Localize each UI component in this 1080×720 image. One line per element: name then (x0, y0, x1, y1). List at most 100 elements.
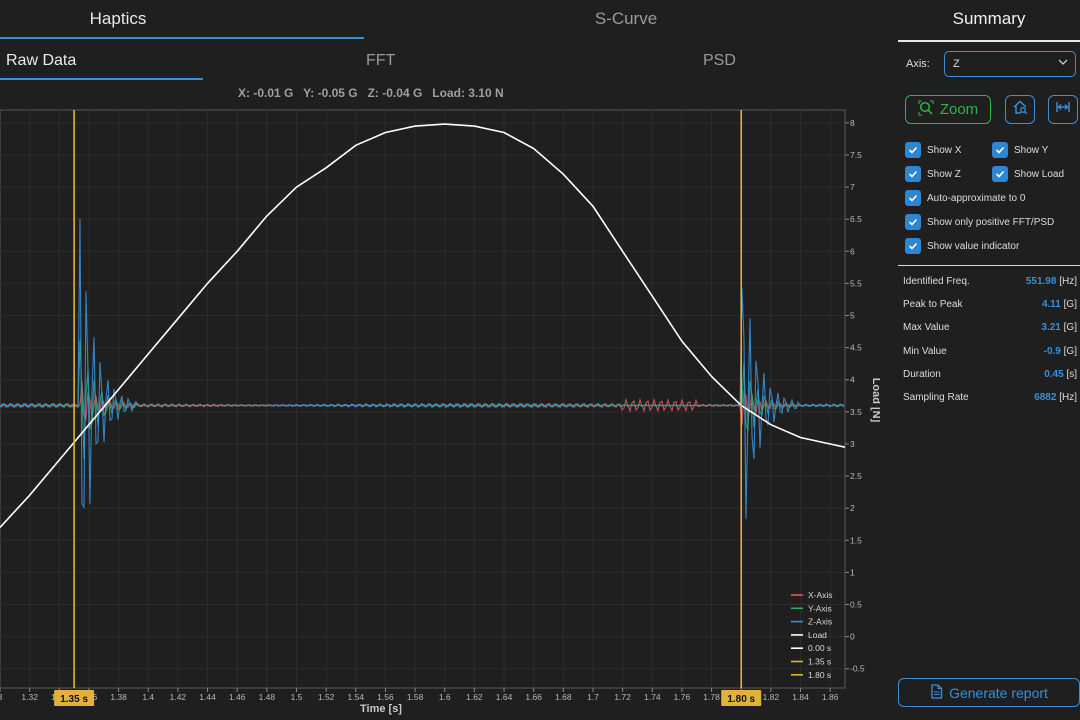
x-tick-label: 1.32 (21, 692, 38, 702)
fit-width-button[interactable] (1048, 95, 1078, 124)
plot-frame (0, 109, 846, 689)
load-curve (0, 123, 846, 528)
auto-approximate-checkbox[interactable]: Auto-approximate to 0 (905, 190, 1025, 206)
zoom-label: Zoom (939, 101, 979, 118)
x-tick-label: 1.56 (377, 692, 394, 702)
x-tick-label: 1.38 (110, 692, 127, 702)
checkmark-icon (905, 166, 921, 182)
show-load-checkbox[interactable]: Show Load (992, 166, 1064, 182)
tab-haptics-underline (0, 37, 364, 39)
y-tick-label: 7 (850, 182, 855, 192)
x-tick-label: 1.52 (318, 692, 335, 702)
x-tick-label: 1.48 (259, 692, 276, 702)
show-z-label: Show Z (927, 168, 961, 180)
legend-label: 1.80 s (808, 670, 831, 680)
y-tick-label: 3.5 (850, 407, 862, 417)
x-axis-title: Time [s] (360, 703, 402, 715)
stat-value: 3.21 (1041, 322, 1061, 333)
y-tick-label: 4.5 (850, 343, 862, 353)
checkmark-icon (905, 238, 921, 254)
y-tick-label: 8 (850, 118, 855, 128)
stat-identified-freq: Identified Freq. 551.98 [Hz] (903, 276, 1077, 290)
tab-haptics[interactable]: Haptics (0, 0, 236, 38)
stat-label: Identified Freq. (903, 276, 970, 287)
x-tick-label: 1.82 (763, 692, 780, 702)
x-tick-label: 1.4 (142, 692, 154, 702)
x-tick-label: 1.74 (644, 692, 661, 702)
x-tick-label: 3 (0, 692, 3, 702)
positive-only-checkbox[interactable]: Show only positive FFT/PSD (905, 214, 1054, 230)
reset-view-button[interactable] (1005, 95, 1035, 124)
time-marker-label: 1.35 s (60, 694, 88, 705)
show-y-checkbox[interactable]: Show Y (992, 142, 1048, 158)
summary-underline (898, 40, 1080, 42)
tab-s-curve[interactable]: S-Curve (370, 0, 882, 38)
axis-select[interactable]: Z (944, 51, 1076, 77)
stat-label: Sampling Rate (903, 392, 969, 403)
y-tick-label: 2 (850, 503, 855, 513)
subtab-fft[interactable]: FFT (366, 42, 395, 80)
stat-sampling-rate: Sampling Rate 6882 [Hz] (903, 392, 1077, 406)
checkmark-icon (905, 190, 921, 206)
stat-value: 0.45 (1044, 369, 1064, 380)
y-tick-label: 5 (850, 311, 855, 321)
stat-peak-to-peak: Peak to Peak 4.11 [G] (903, 299, 1077, 313)
x-tick-label: 1.62 (466, 692, 483, 702)
raw-data-chart[interactable]: 31.321.341.361.381.41.421.441.461.481.51… (0, 108, 880, 720)
auto-approximate-label: Auto-approximate to 0 (927, 192, 1026, 204)
checkmark-icon (992, 166, 1008, 182)
show-x-checkbox[interactable]: Show X (905, 142, 961, 158)
legend-label: Load (808, 630, 827, 640)
legend-label: 1.35 s (808, 657, 831, 667)
stat-unit: [G] (1063, 322, 1077, 333)
generate-report-label: Generate report (949, 684, 1048, 701)
positive-only-label: Show only positive FFT/PSD (927, 216, 1055, 228)
legend-label: Y-Axis (808, 603, 832, 613)
y-tick-label: 0.5 (850, 600, 862, 610)
show-z-checkbox[interactable]: Show Z (905, 166, 961, 182)
x-tick-label: 1.42 (170, 692, 187, 702)
value-indicator-label: Show value indicator (927, 240, 1020, 252)
x-tick-label: 1.68 (555, 692, 572, 702)
zoom-icon (918, 100, 934, 120)
legend-label: Z-Axis (808, 617, 832, 627)
y-tick-label: 5.5 (850, 278, 862, 288)
stat-max-value: Max Value 3.21 [G] (903, 322, 1077, 336)
stat-unit: [G] (1063, 299, 1077, 310)
home-zoom-icon (1012, 99, 1028, 120)
show-y-label: Show Y (1014, 144, 1049, 156)
axis-label: Axis: (906, 58, 930, 70)
stat-value: -0.9 (1043, 346, 1061, 357)
tab-summary[interactable]: Summary (898, 0, 1080, 38)
generate-report-button[interactable]: Generate report (898, 678, 1080, 707)
y-axis-title: Load [N] (870, 378, 880, 423)
value-indicator-checkbox[interactable]: Show value indicator (905, 238, 1019, 254)
checkmark-icon (992, 142, 1008, 158)
subtab-raw-underline (0, 78, 203, 80)
y-tick-label: 4 (850, 375, 855, 385)
stat-unit: [s] (1066, 369, 1077, 380)
fit-width-icon (1055, 99, 1071, 120)
subtab-raw-data[interactable]: Raw Data (6, 42, 76, 80)
x-tick-label: 1.76 (674, 692, 691, 702)
stat-value: 6882 (1034, 392, 1057, 403)
y-axis-trace (0, 340, 845, 460)
zoom-button[interactable]: Zoom (905, 95, 991, 124)
checkmark-icon (905, 214, 921, 230)
stat-duration: Duration 0.45 [s] (903, 369, 1077, 383)
stat-label: Duration (903, 369, 941, 380)
y-tick-label: 6.5 (850, 214, 862, 224)
y-tick-label: 1 (850, 567, 855, 577)
x-tick-label: 1.72 (614, 692, 631, 702)
summary-panel: Summary Axis: Z Zoom Show X Show Y Show … (898, 0, 1080, 720)
subtab-psd[interactable]: PSD (703, 42, 736, 80)
y-tick-label: 0 (850, 632, 855, 642)
show-load-label: Show Load (1014, 168, 1065, 180)
time-marker-label: 1.80 s (727, 694, 755, 705)
stat-label: Max Value (903, 322, 950, 333)
x-tick-label: 1.86 (822, 692, 839, 702)
y-tick-label: 3 (850, 439, 855, 449)
x-tick-label: 1.5 (291, 692, 303, 702)
stat-value: 551.98 (1025, 276, 1057, 287)
document-icon (930, 683, 943, 702)
